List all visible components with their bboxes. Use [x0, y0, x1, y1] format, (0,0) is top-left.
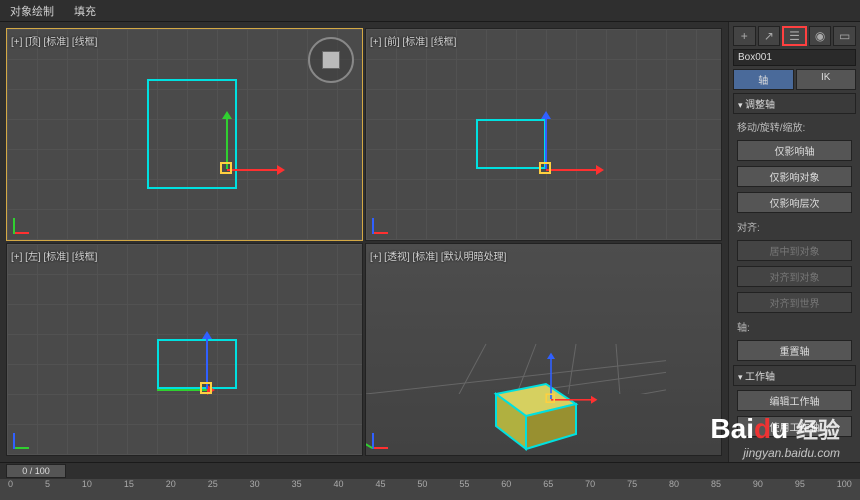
timeline-tick: 35 [292, 479, 302, 489]
timeline-tick: 0 [8, 479, 13, 489]
move-gizmo[interactable] [506, 129, 586, 209]
viewport-front[interactable]: [+] [前] [标准] [线框] [365, 28, 722, 241]
timeline-tick: 40 [334, 479, 344, 489]
viewcube[interactable] [308, 37, 354, 83]
timeline-tick: 55 [459, 479, 469, 489]
viewport-front-label[interactable]: [+] [前] [标准] [线框] [370, 33, 456, 48]
menu-fill[interactable]: 填充 [74, 3, 96, 19]
viewport-left[interactable]: [+] [左] [标准] [线框] [6, 243, 363, 456]
object-name-field[interactable]: Box001 [733, 49, 856, 66]
pivot-label: 轴: [733, 317, 856, 336]
viewport-top-label[interactable]: [+] [顶] [标准] [线框] [11, 33, 97, 48]
timeline-tick: 75 [627, 479, 637, 489]
gizmo-handle[interactable] [545, 393, 555, 403]
viewport-perspective[interactable]: [+] [透视] [标准] [默认明暗处理] [365, 243, 722, 456]
move-gizmo[interactable] [187, 129, 267, 209]
viewport-grid: [+] [顶] [标准] [线框] [+] [前] [标准] [线框] [0, 22, 728, 462]
timeline-tick: 15 [124, 479, 134, 489]
time-slider-thumb[interactable]: 0 / 100 [6, 464, 66, 478]
watermark-url: jingyan.baidu.com [743, 446, 840, 460]
timeline-ruler[interactable]: 0 5 10 15 20 25 30 35 40 45 50 55 60 65 70 75 80 85 90 95 10… [0, 479, 860, 500]
timeline-tick: 20 [166, 479, 176, 489]
create-tab-icon[interactable]: + [733, 26, 756, 46]
affect-pivot-only-button[interactable]: 仅影响轴 [737, 140, 852, 161]
adjust-pivot-rollout[interactable]: 调整轴 [733, 93, 856, 114]
edit-working-pivot-button[interactable]: 编辑工作轴 [737, 390, 852, 411]
watermark-logo: Baidu Baidu 经验经验 [710, 413, 840, 445]
main-area: [+] [顶] [标准] [线框] [+] [前] [标准] [线框] [0, 22, 860, 462]
timeline-tick: 85 [711, 479, 721, 489]
timeline-tick: 25 [208, 479, 218, 489]
axis-tripod [372, 425, 396, 449]
affect-hierarchy-only-button[interactable]: 仅影响层次 [737, 192, 852, 213]
timeline-tick: 30 [250, 479, 260, 489]
move-rotate-scale-label: 移动/旋转/缩放: [733, 117, 856, 136]
timeline-tick: 10 [82, 479, 92, 489]
gizmo-x-axis[interactable] [546, 169, 596, 171]
hierarchy-tab-icon[interactable]: ☰ [782, 26, 807, 46]
motion-tab-icon[interactable]: ◉ [809, 26, 832, 46]
time-slider-track[interactable]: 0 / 100 [0, 463, 860, 479]
gizmo-handle[interactable] [220, 162, 232, 174]
affect-object-only-button[interactable]: 仅影响对象 [737, 166, 852, 187]
move-gizmo[interactable] [519, 367, 583, 431]
center-to-object-button[interactable]: 居中到对象 [737, 240, 852, 261]
timeline-tick: 70 [585, 479, 595, 489]
working-pivot-rollout[interactable]: 工作轴 [733, 365, 856, 386]
menu-object-paint[interactable]: 对象绘制 [10, 3, 54, 19]
move-gizmo[interactable] [167, 349, 247, 429]
timeline-tick: 45 [375, 479, 385, 489]
command-panel: + ↗ ☰ ◉ ▭ Box001 轴 IK 调整轴 移动/旋转/缩放: 仅影响轴… [728, 22, 860, 462]
pivot-tab-button[interactable]: 轴 [733, 69, 794, 90]
align-to-world-button[interactable]: 对齐到世界 [737, 292, 852, 313]
timeline-tick: 65 [543, 479, 553, 489]
viewport-left-label[interactable]: [+] [左] [标准] [线框] [11, 248, 97, 263]
modify-tab-icon[interactable]: ↗ [758, 26, 781, 46]
axis-tripod [372, 210, 396, 234]
timeline-tick: 5 [45, 479, 50, 489]
top-toolbar: 对象绘制 填充 [0, 0, 860, 22]
ik-tab-button[interactable]: IK [796, 69, 857, 90]
axis-tripod [13, 210, 37, 234]
timeline-tick: 50 [417, 479, 427, 489]
viewport-persp-label[interactable]: [+] [透视] [标准] [默认明暗处理] [370, 248, 506, 263]
gizmo-handle[interactable] [200, 382, 212, 394]
axis-tripod [13, 425, 37, 449]
viewport-top[interactable]: [+] [顶] [标准] [线框] [6, 28, 363, 241]
timeline: 0 / 100 0 5 10 15 20 25 30 35 40 45 50 55 60 65 70 75 80… [0, 462, 860, 500]
reset-pivot-button[interactable]: 重置轴 [737, 340, 852, 361]
align-to-object-button[interactable]: 对齐到对象 [737, 266, 852, 287]
viewcube-face[interactable] [322, 51, 340, 69]
timeline-tick: 80 [669, 479, 679, 489]
align-label: 对齐: [733, 217, 856, 236]
timeline-tick: 90 [753, 479, 763, 489]
gizmo-x-axis[interactable] [227, 169, 277, 171]
gizmo-handle[interactable] [539, 162, 551, 174]
display-tab-icon[interactable]: ▭ [833, 26, 856, 46]
command-panel-tabs: + ↗ ☰ ◉ ▭ [733, 26, 856, 46]
gizmo-x-axis[interactable] [551, 399, 591, 401]
timeline-tick: 95 [795, 479, 805, 489]
timeline-tick: 60 [501, 479, 511, 489]
timeline-tick: 100 [837, 479, 852, 489]
